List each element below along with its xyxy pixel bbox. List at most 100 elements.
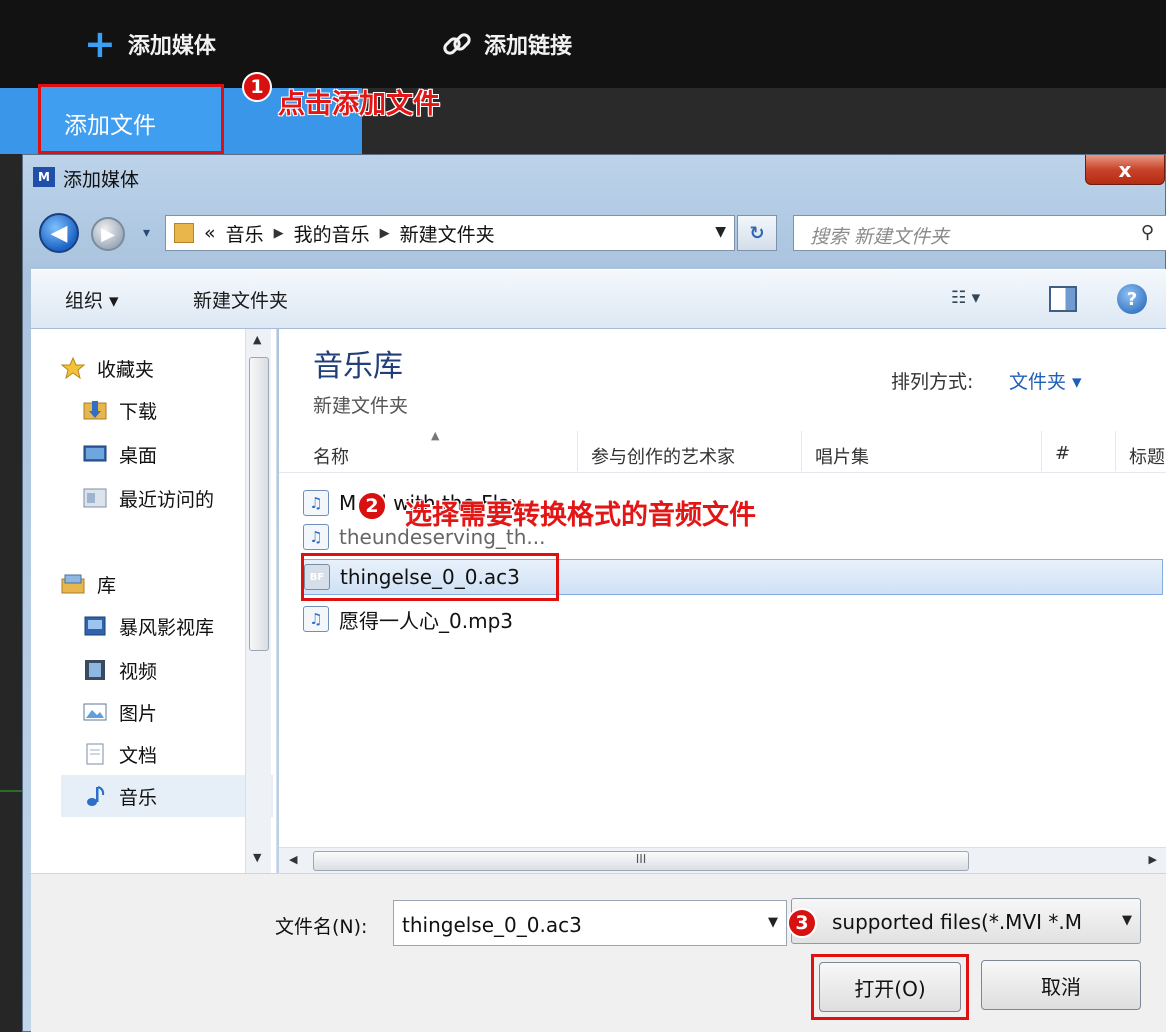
preview-pane-icon[interactable]	[1049, 286, 1077, 312]
add-link-button[interactable]: 添加链接	[440, 24, 572, 64]
help-icon[interactable]: ?	[1117, 284, 1147, 314]
dialog-titlebar: M 添加媒体 x	[23, 155, 1165, 195]
breadcrumb-music[interactable]: 音乐	[226, 220, 264, 247]
breadcrumb-separator-icon[interactable]: ▶	[380, 226, 390, 241]
breadcrumb-separator-icon[interactable]: ▶	[274, 226, 284, 241]
downloads-folder-icon	[83, 401, 107, 420]
file-type-dropdown-icon[interactable]: ▼	[1122, 913, 1132, 928]
star-icon	[61, 357, 85, 379]
add-media-dialog: M 添加媒体 x ◀ ▶ ▾ « 音乐 ▶ 我的音乐 ▶ 新建文件夹 ▼ ↻ 搜…	[22, 154, 1166, 1032]
step2-annotation: 选择需要转换格式的音频文件	[405, 500, 756, 531]
nav-favorites-label: 收藏夹	[97, 358, 155, 381]
scroll-down-icon[interactable]: ▼	[253, 851, 261, 864]
file-name: 愿得一人心_0.mp3	[339, 608, 513, 633]
nav-scrollbar[interactable]: ▲ ▼	[245, 329, 271, 873]
desktop-icon	[83, 445, 107, 462]
scroll-right-icon[interactable]: ▶	[1149, 853, 1157, 866]
column-title[interactable]: 标题	[1129, 443, 1165, 469]
step3-marker: 3	[787, 908, 817, 938]
library-title: 音乐库	[313, 349, 403, 384]
breadcrumb-my-music[interactable]: 我的音乐	[294, 220, 370, 247]
documents-icon	[86, 743, 104, 765]
column-divider[interactable]	[1041, 431, 1042, 471]
nav-desktop-label: 桌面	[119, 444, 158, 467]
column-divider[interactable]	[577, 431, 578, 471]
file-list-pane: 音乐库 新建文件夹 排列方式: 文件夹 ▾ ▲ 名称 参与创作的艺术家 唱片集 …	[279, 329, 1166, 873]
address-overflow[interactable]: «	[204, 222, 216, 244]
column-divider[interactable]	[1115, 431, 1116, 471]
address-bar[interactable]: « 音乐 ▶ 我的音乐 ▶ 新建文件夹 ▼	[165, 215, 735, 251]
open-button-highlight	[811, 954, 969, 1020]
app-logo-icon: M	[33, 167, 55, 187]
step2-marker: 2	[357, 491, 387, 521]
column-header-row: ▲ 名称 参与创作的艺术家 唱片集 # 标题	[279, 429, 1166, 473]
breadcrumb-new-folder[interactable]: 新建文件夹	[400, 220, 495, 247]
search-placeholder: 搜索 新建文件夹	[810, 226, 950, 248]
filename-dropdown-icon[interactable]: ▼	[768, 915, 778, 930]
sort-ascending-icon: ▲	[431, 429, 440, 442]
nav-library-label: 库	[97, 574, 117, 597]
filename-label: 文件名(N):	[275, 916, 368, 938]
recent-places-icon	[83, 488, 107, 508]
column-name[interactable]: 名称	[313, 443, 349, 469]
step1-marker: 1	[242, 72, 272, 102]
close-button[interactable]: x	[1085, 155, 1165, 185]
nav-library[interactable]: 库	[61, 563, 273, 605]
forward-arrow-icon[interactable]: ▶	[91, 217, 125, 251]
nav-pictures-label: 图片	[119, 702, 158, 725]
link-icon	[443, 33, 471, 55]
cancel-button[interactable]: 取消	[981, 960, 1141, 1010]
refresh-icon[interactable]: ↻	[737, 215, 777, 251]
add-link-label: 添加链接	[484, 34, 573, 59]
file-row[interactable]: ♫ 愿得一人心_0.mp3	[303, 601, 1163, 637]
audio-file-icon: ♫	[303, 606, 329, 632]
view-options-icon[interactable]: ☷ ▾	[951, 288, 980, 308]
navigation-pane: 收藏夹 下载 桌面 最近访问的 库 暴风影视库 视频 图片 文档 音乐 ▲ ▼	[31, 329, 277, 873]
back-arrow-icon[interactable]: ◀	[39, 213, 79, 253]
app-timeline-line	[0, 790, 22, 792]
nav-music-label: 音乐	[119, 786, 158, 809]
search-input[interactable]: 搜索 新建文件夹 ⚲	[793, 215, 1166, 251]
file-type-value: supported files(*.MVI *.M	[832, 910, 1082, 934]
column-divider[interactable]	[801, 431, 802, 471]
navigation-row: ◀ ▶ ▾ « 音乐 ▶ 我的音乐 ▶ 新建文件夹 ▼ ↻ 搜索 新建文件夹 ⚲	[23, 207, 1166, 259]
folder-icon	[174, 223, 194, 243]
nav-videos-label: 视频	[119, 660, 158, 683]
filename-value: thingelse_0_0.ac3	[402, 913, 582, 937]
hscrollbar-thumb[interactable]: III	[313, 851, 969, 871]
organize-menu[interactable]: 组织 ▾	[65, 286, 119, 313]
file-type-filter[interactable]: supported files(*.MVI *.M ▼	[791, 898, 1141, 944]
step1-annotation: 点击添加文件	[278, 89, 440, 120]
new-folder-button[interactable]: 新建文件夹	[193, 286, 288, 313]
audio-file-icon: ♫	[303, 524, 329, 550]
arrange-by-dropdown[interactable]: 文件夹 ▾	[1009, 367, 1082, 394]
address-dropdown-icon[interactable]: ▼	[715, 224, 726, 240]
column-track-number[interactable]: #	[1055, 443, 1070, 464]
library-icon	[61, 574, 85, 594]
history-dropdown-icon[interactable]: ▾	[143, 225, 150, 241]
dialog-footer: 文件名(N): thingelse_0_0.ac3 ▼ supported fi…	[31, 873, 1166, 1032]
scroll-left-icon[interactable]: ◀	[289, 853, 297, 866]
dialog-toolbar: 组织 ▾ 新建文件夹 ☷ ▾ ?	[31, 269, 1166, 329]
library-subtitle: 新建文件夹	[313, 395, 409, 417]
app-side-panel	[0, 154, 22, 1032]
add-media-label: 添加媒体	[127, 34, 216, 59]
add-file-label: 添加文件	[64, 113, 156, 139]
nav-music[interactable]: 音乐	[61, 775, 273, 817]
filename-input[interactable]: thingelse_0_0.ac3 ▼	[393, 900, 787, 946]
column-artist[interactable]: 参与创作的艺术家	[591, 443, 735, 469]
nav-baofeng-label: 暴风影视库	[119, 616, 215, 639]
screen: + 添加媒体 添加链接 添加文件 1 点击添加文件 M 添加媒体 x ◀ ▶ ▾…	[0, 0, 1166, 1032]
nav-documents-label: 文档	[119, 744, 158, 767]
scroll-up-icon[interactable]: ▲	[253, 333, 261, 346]
nav-scrollbar-thumb[interactable]	[249, 357, 269, 651]
add-media-button[interactable]: + 添加媒体	[84, 24, 216, 64]
nav-favorites[interactable]: 收藏夹	[61, 347, 273, 389]
dialog-title: 添加媒体	[63, 169, 140, 191]
pictures-icon	[83, 703, 107, 721]
app-top-bar: + 添加媒体 添加链接	[0, 0, 1166, 88]
column-album[interactable]: 唱片集	[815, 443, 869, 469]
search-icon[interactable]: ⚲	[1141, 222, 1154, 243]
plus-icon: +	[84, 22, 116, 66]
file-list-hscrollbar[interactable]: ◀ III ▶	[279, 847, 1166, 873]
